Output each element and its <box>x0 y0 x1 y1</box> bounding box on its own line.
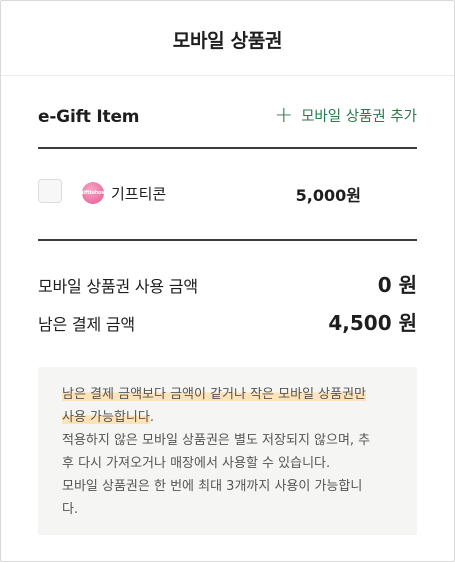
remaining-amount-row: 남은 결제 금액 4,500 원 <box>38 307 417 336</box>
gift-card-name: 기프티콘 <box>111 185 167 203</box>
header-divider <box>1 75 454 76</box>
used-amount-row: 모바일 상품권 사용 금액 0 원 <box>38 269 417 298</box>
notice-line-5: 모바일 상품권은 한 번에 최대 3개까지 사용이 가능합니 <box>62 479 363 494</box>
used-amount-value: 0 원 <box>377 273 417 297</box>
notice-line-3: 적용하지 않은 모바일 상품권은 별도 저장되지 않으며, 추 <box>62 433 371 448</box>
page-title: 모바일 상품권 <box>172 30 283 52</box>
remaining-amount-label: 남은 결제 금액 <box>38 315 135 334</box>
mobile-gift-card-panel: 모바일 상품권 e-Gift Item + 모바일 상품권 추가 giftish… <box>0 0 455 562</box>
used-amount-label: 모바일 상품권 사용 금액 <box>38 277 198 296</box>
giftishow-logo-icon: giftishow <box>80 182 107 204</box>
add-gift-card-button[interactable]: + 모바일 상품권 추가 <box>274 102 417 128</box>
list-bottom-divider <box>38 239 417 241</box>
notice-line-1: 남은 결제 금액보다 금액이 같거나 작은 모바일 상품권만 <box>62 387 367 402</box>
gift-card-price: 5,000원 <box>295 186 361 205</box>
notice-line-6: 다. <box>62 502 79 517</box>
notice-line-2: 사용 가능합니다. <box>62 410 154 425</box>
gift-card-checkbox[interactable] <box>38 179 62 203</box>
list-top-divider <box>38 147 417 149</box>
plus-icon: + <box>274 102 294 128</box>
remaining-amount-value: 4,500 원 <box>328 311 417 335</box>
notice-box: 남은 결제 금액보다 금액이 같거나 작은 모바일 상품권만 사용 가능합니다.… <box>38 367 417 535</box>
notice-line-4: 후 다시 가져오거나 매장에서 사용할 수 있습니다. <box>62 456 331 471</box>
section-title: e-Gift Item <box>38 107 140 127</box>
add-gift-card-label: 모바일 상품권 추가 <box>301 109 417 125</box>
gift-card-item[interactable]: giftishow 기프티콘 5,000원 <box>38 179 417 207</box>
